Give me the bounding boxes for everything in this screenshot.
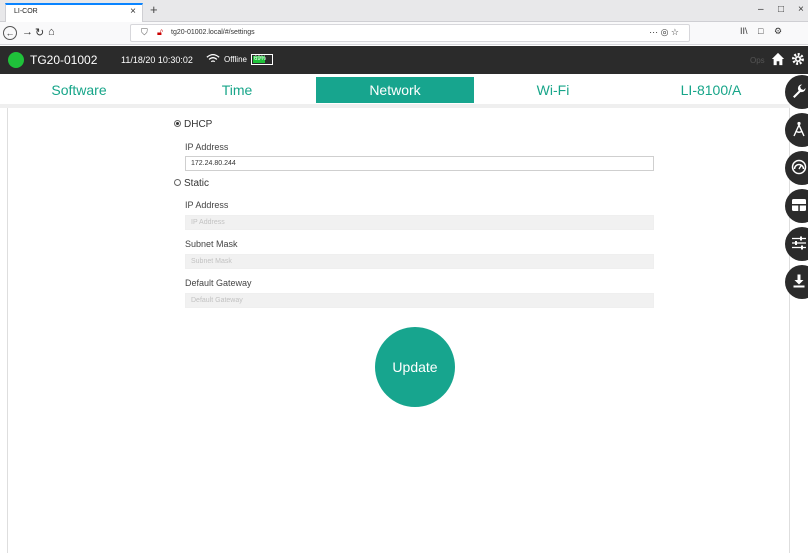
device-name: TG20-01002 [30, 53, 98, 67]
tab-software[interactable]: Software [0, 77, 158, 103]
browser-navbar: ← → ↻ ⌂ ⛉ 🔓︎ tg20-01002.local/#/settings… [0, 22, 808, 45]
status-indicator [8, 52, 24, 68]
close-tab-icon[interactable]: × [130, 6, 136, 17]
sidebar-icon[interactable]: □ [758, 26, 763, 36]
browser-tabstrip: LI-COR × + – □ × [0, 0, 808, 22]
dhcp-radio[interactable] [174, 119, 181, 127]
dhcp-label: DHCP [184, 119, 213, 130]
settings-tabbar: Software Time Network Wi-Fi LI-8100/A [0, 75, 808, 105]
new-tab-button[interactable]: + [150, 2, 158, 17]
url-text[interactable]: tg20-01002.local/#/settings [171, 29, 255, 36]
layout-icon [792, 199, 806, 211]
wrench-icon [793, 84, 806, 98]
static-radio[interactable] [174, 178, 181, 186]
static-label: Static [184, 178, 210, 189]
reload-icon[interactable]: ↻ [35, 26, 44, 39]
close-window-button[interactable]: × [798, 4, 804, 15]
browser-tab[interactable]: LI-COR × [5, 3, 143, 22]
insecure-lock-icon[interactable]: 🔓︎ [157, 27, 163, 38]
subnet-mask-label: Subnet Mask [185, 239, 238, 249]
update-button[interactable]: Update [375, 327, 455, 407]
minimize-button[interactable]: – [758, 4, 764, 15]
dhcp-ip-field[interactable]: 172.24.80.244 [185, 156, 654, 171]
battery-indicator: 69% [251, 54, 273, 65]
page-actions-icon[interactable]: ··· ◎ ☆ [649, 27, 679, 38]
tab-network[interactable]: Network [316, 77, 474, 103]
tab-time[interactable]: Time [158, 77, 316, 103]
battery-label: 69% [254, 56, 267, 62]
url-bar[interactable]: ⛉ 🔓︎ tg20-01002.local/#/settings ··· ◎ ☆ [130, 24, 690, 42]
static-ip-field[interactable]: IP Address [185, 215, 654, 230]
static-option[interactable]: Static [174, 178, 209, 189]
library-icon[interactable]: II\ [740, 26, 748, 36]
tab-li-8100a[interactable]: LI-8100/A [632, 77, 790, 103]
maximize-button[interactable]: □ [778, 4, 784, 15]
connection-status: Offline [224, 55, 247, 64]
download-icon [793, 274, 805, 288]
dhcp-option[interactable]: DHCP [174, 119, 212, 130]
dhcp-ip-label: IP Address [185, 142, 229, 152]
compass-icon [793, 121, 805, 137]
forward-arrow-icon[interactable]: → [22, 26, 33, 38]
wifi-icon [206, 54, 220, 63]
home-page-icon[interactable]: ⌂ [48, 26, 55, 38]
tracking-shield-icon[interactable]: ⛉ [141, 27, 148, 38]
subnet-mask-field[interactable]: Subnet Mask [185, 254, 654, 269]
home-icon[interactable] [771, 52, 785, 66]
network-settings-panel: DHCP IP Address 172.24.80.244 Static IP … [7, 108, 790, 553]
app-header: TG20-01002 11/18/20 10:30:02 Offline 69%… [0, 46, 808, 74]
default-gateway-label: Default Gateway [185, 278, 252, 288]
extension-icon[interactable]: ⚙ [774, 26, 782, 37]
faded-label: Ops [750, 56, 765, 65]
gauge-icon [791, 159, 807, 175]
browser-tab-title: LI-COR [14, 8, 38, 15]
device-datetime: 11/18/20 10:30:02 [121, 55, 193, 65]
tab-wifi[interactable]: Wi-Fi [474, 77, 632, 103]
sliders-icon [792, 236, 806, 250]
static-ip-label: IP Address [185, 200, 229, 210]
back-arrow-icon[interactable]: ← [3, 26, 17, 40]
default-gateway-field[interactable]: Default Gateway [185, 293, 654, 308]
gear-icon[interactable] [791, 52, 805, 66]
